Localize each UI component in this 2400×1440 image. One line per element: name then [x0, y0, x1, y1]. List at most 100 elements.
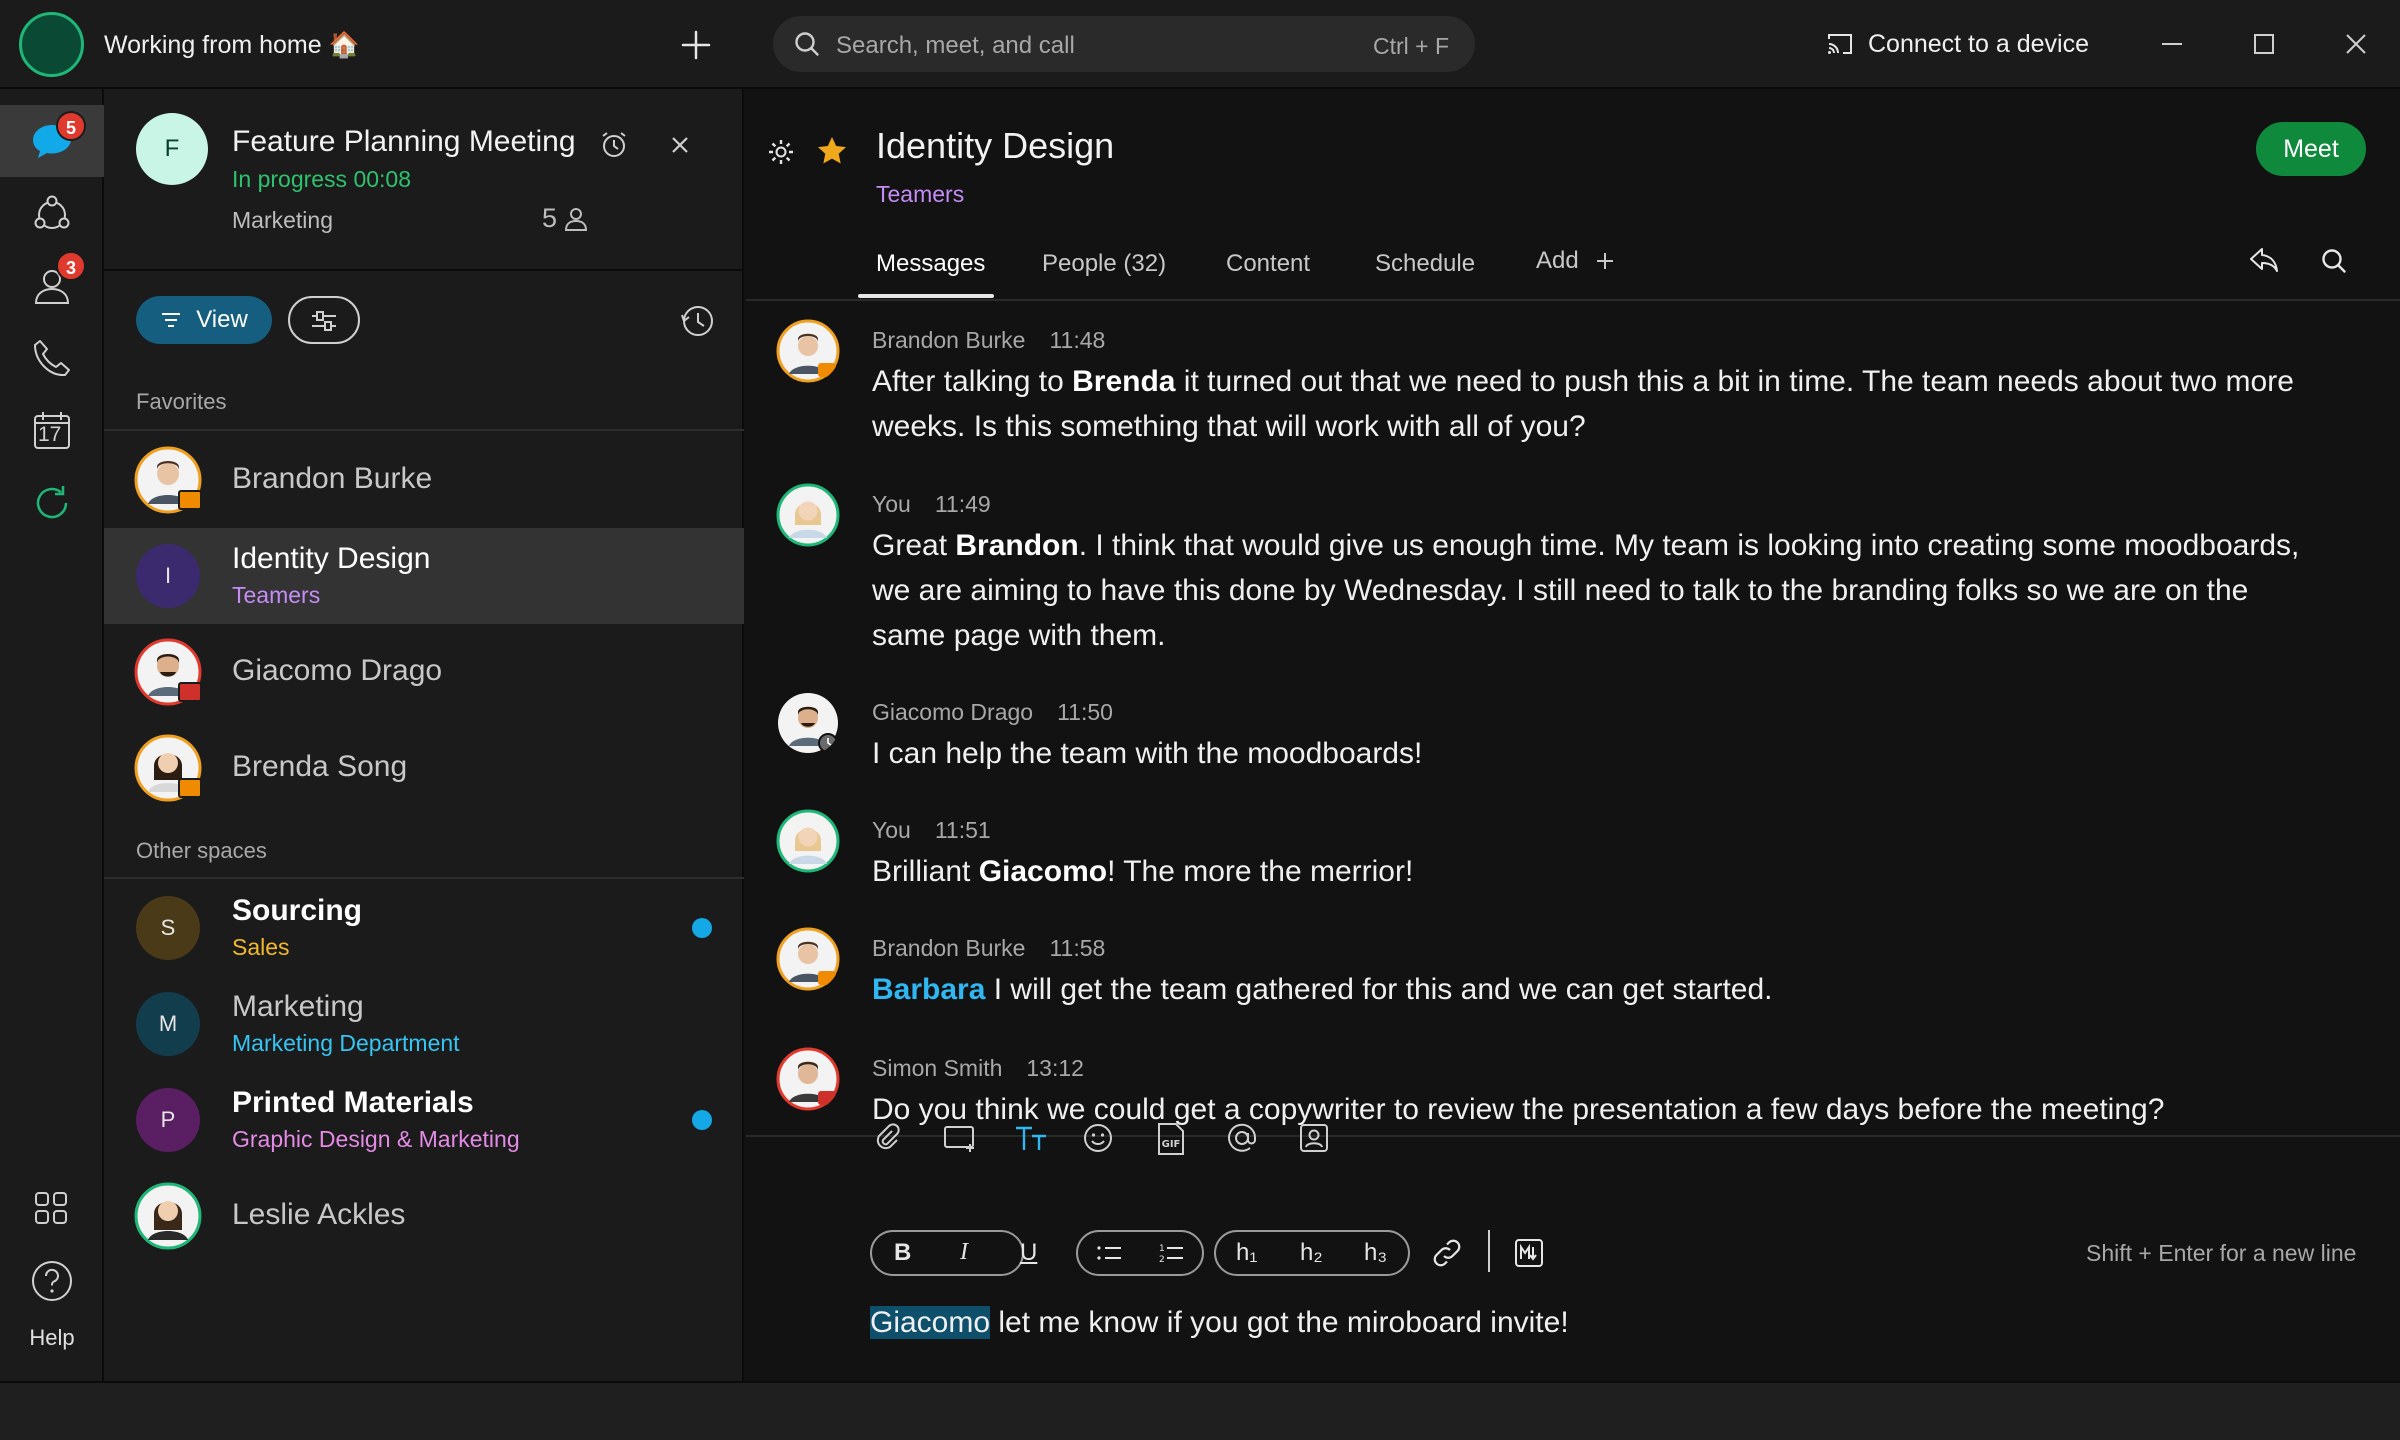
user-avatar[interactable]	[19, 12, 84, 77]
list-item-printed-materials[interactable]: P Printed Materials Graphic Design & Mar…	[104, 1072, 744, 1168]
tab-messages[interactable]: Messages	[876, 250, 985, 278]
markdown-icon[interactable]	[1514, 1238, 1544, 1268]
search-shortcut: Ctrl + F	[1372, 33, 1449, 59]
message-meta: You 11:51	[872, 817, 991, 844]
message-text-part: . I think that would give us enough time…	[872, 529, 2300, 652]
close-window-button[interactable]	[2338, 26, 2374, 62]
attach-icon[interactable]	[872, 1122, 904, 1154]
search-icon[interactable]	[2320, 247, 2348, 275]
mention-link[interactable]: Barbara	[872, 973, 985, 1006]
tab-content[interactable]: Content	[1226, 250, 1310, 278]
list-item-brenda-song[interactable]: Brenda Song	[104, 720, 744, 816]
participant-count: 5	[542, 203, 558, 233]
message-author: Simon Smith	[872, 1055, 1003, 1081]
avatar[interactable]	[776, 319, 840, 383]
other-spaces-divider	[104, 877, 744, 879]
user-status[interactable]: Working from home 🏠	[104, 31, 360, 60]
link-icon[interactable]	[1430, 1238, 1464, 1268]
history-icon[interactable]	[678, 301, 718, 341]
connect-device-button[interactable]: Connect to a device	[1826, 28, 2089, 60]
avatar: M	[136, 992, 200, 1056]
draft-mention[interactable]: Giacomo	[870, 1306, 991, 1339]
list-item-identity-design[interactable]: I Identity Design Teamers	[104, 528, 744, 624]
emoji-icon[interactable]	[1082, 1122, 1114, 1154]
search-bar[interactable]: Search, meet, and call Ctrl + F	[773, 16, 1475, 72]
close-meeting-icon[interactable]	[666, 131, 694, 159]
space-name: Marketing	[232, 990, 364, 1023]
heading1-button[interactable]: h₁	[1236, 1239, 1257, 1267]
avatar[interactable]	[776, 691, 840, 755]
message-time: 11:48	[1049, 327, 1106, 353]
message-meta: Giacomo Drago 11:50	[872, 699, 1113, 726]
meeting-avatar: F	[136, 113, 208, 185]
tab-schedule[interactable]: Schedule	[1375, 250, 1475, 278]
favorites-divider	[104, 429, 744, 431]
nav-apps[interactable]	[0, 1171, 104, 1243]
minimize-button[interactable]	[2154, 26, 2190, 62]
meet-button[interactable]: Meet	[2256, 122, 2366, 176]
settings-gear-icon[interactable]	[766, 137, 796, 167]
space-team[interactable]: Teamers	[876, 181, 964, 208]
list-item-marketing[interactable]: M Marketing Marketing Department	[104, 976, 744, 1072]
contact-card-icon[interactable]	[1298, 1122, 1330, 1154]
heading2-button[interactable]: h₂	[1300, 1239, 1323, 1267]
mention-icon[interactable]	[1226, 1122, 1258, 1154]
newline-hint: Shift + Enter for a new line	[2086, 1240, 2357, 1266]
message-input[interactable]: Giacomo let me know if you got the mirob…	[870, 1306, 1569, 1340]
avatar[interactable]	[776, 483, 840, 547]
favorite-star-icon[interactable]	[816, 135, 848, 167]
italic-button[interactable]: I	[960, 1239, 968, 1266]
message-text: Barbara I will get the team gathered for…	[872, 967, 2312, 1012]
bold-button[interactable]: B	[894, 1239, 911, 1267]
message-time: 11:49	[934, 491, 991, 517]
nav-messaging[interactable]: 5	[0, 105, 104, 177]
nav-meetings[interactable]: 17	[0, 393, 104, 465]
avatar	[134, 1182, 202, 1250]
nav-contacts[interactable]: 3	[0, 249, 104, 321]
message-author: You	[872, 491, 911, 517]
cast-icon	[1828, 34, 1852, 54]
new-space-button[interactable]	[678, 27, 714, 63]
message-meta: Brandon Burke 11:48	[872, 327, 1105, 354]
nav-calling[interactable]	[0, 321, 104, 393]
active-tab-indicator	[858, 294, 994, 298]
underline-button[interactable]: U	[1020, 1239, 1037, 1267]
list-item-sourcing[interactable]: S Sourcing Sales	[104, 880, 744, 976]
message-author: Giacomo Drago	[872, 699, 1034, 725]
screenshot-icon[interactable]	[942, 1122, 978, 1154]
numbered-list-icon[interactable]: 12	[1158, 1242, 1186, 1264]
tab-add-label: Add	[1536, 247, 1579, 274]
bullet-list-icon[interactable]	[1096, 1242, 1124, 1264]
message-time: 11:58	[1049, 935, 1106, 961]
search-icon	[795, 32, 819, 56]
avatar[interactable]	[776, 927, 840, 991]
nav-help[interactable]	[0, 1243, 104, 1323]
gif-icon[interactable]: GIF	[1154, 1122, 1188, 1156]
alarm-icon[interactable]	[598, 129, 630, 161]
list-item-brandon-burke[interactable]: Brandon Burke	[104, 432, 744, 528]
nav-teams[interactable]	[0, 177, 104, 249]
space-team: Sales	[232, 934, 290, 960]
heading3-button[interactable]: h₃	[1364, 1239, 1387, 1267]
avatar[interactable]	[776, 809, 840, 873]
tab-people[interactable]: People (32)	[1042, 250, 1166, 278]
list-item-leslie-ackles[interactable]: Leslie Ackles	[104, 1168, 744, 1264]
meeting-team: Marketing	[232, 207, 333, 233]
tab-add[interactable]: Add	[1536, 247, 1615, 275]
message-text-part: Great	[872, 529, 956, 562]
filter-options-button[interactable]	[288, 296, 360, 344]
text-format-icon[interactable]	[1014, 1122, 1048, 1154]
presenting-presence-icon	[178, 682, 202, 702]
space-view: Identity Design Teamers Meet Messages Pe…	[746, 89, 2400, 1381]
active-meeting-card[interactable]: F Feature Planning Meeting In progress 0…	[104, 89, 744, 271]
avatar[interactable]	[776, 1047, 840, 1111]
share-back-icon[interactable]	[2248, 245, 2280, 275]
maximize-button[interactable]	[2246, 26, 2282, 62]
person-icon	[565, 207, 588, 231]
message-bold-part: Brenda	[1072, 365, 1176, 398]
nav-sync[interactable]	[0, 465, 104, 537]
view-filter-button[interactable]: View	[136, 296, 272, 344]
list-item-giacomo-drago[interactable]: Giacomo Drago	[104, 624, 744, 720]
message-bold-part: Brandon	[955, 529, 1079, 562]
avatar: S	[136, 896, 200, 960]
